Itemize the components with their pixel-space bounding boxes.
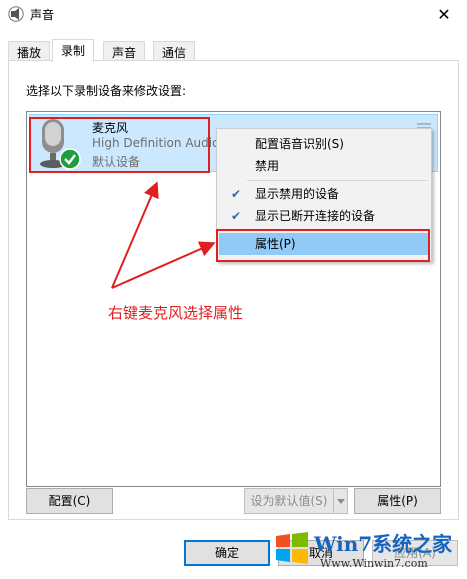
close-icon: ✕ [437,4,451,24]
configure-button[interactable]: 配置(C) [26,488,113,514]
annotation-text: 右键麦克风选择属性 [108,304,244,322]
menu-item-disable[interactable]: 禁用 [219,155,429,177]
menu-item-configure-speech[interactable]: 配置语音识别(S) [219,133,429,155]
instruction-text: 选择以下录制设备来修改设置: [26,84,187,98]
tab-communications[interactable]: 通信 [153,41,196,61]
properties-button[interactable]: 属性(P) [354,488,441,514]
watermark-url: Www.Winwin7.com [320,557,428,570]
window-title: 声音 [30,8,55,22]
green-check-icon [59,148,81,170]
set-default-button[interactable]: 设为默认值(S) [244,488,334,514]
ok-button[interactable]: 确定 [184,540,270,566]
menu-separator [247,180,427,181]
speaker-icon [8,6,24,22]
tab-recording[interactable]: 录制 [52,39,95,62]
microphone-icon [40,119,81,170]
watermark: Win7系统之家 Www.Winwin7.com [268,524,467,579]
menu-item-properties[interactable]: 属性(P) [219,233,429,255]
windows-logo-icon [276,532,308,564]
watermark-brand: Win7系统之家 [314,532,453,556]
close-button[interactable]: ✕ [421,0,467,28]
menu-item-show-disabled[interactable]: ✔ 显示禁用的设备 [219,183,429,205]
tab-sounds[interactable]: 声音 [103,41,146,61]
device-description: High Definition Audio [92,136,220,150]
context-menu: 配置语音识别(S) 禁用 ✔ 显示禁用的设备 ✔ 显示已断开连接的设备 属性(P… [216,128,432,262]
checkmark-icon: ✔ [231,187,242,201]
tab-playback[interactable]: 播放 [8,41,51,61]
title-bar: 声音 ✕ [0,0,467,28]
device-name: 麦克风 [92,121,129,135]
menu-separator [247,230,427,231]
checkmark-icon: ✔ [231,209,242,223]
device-status: 默认设备 [92,155,141,169]
menu-item-show-disconnected[interactable]: ✔ 显示已断开连接的设备 [219,205,429,227]
set-default-dropdown-arrow[interactable] [333,488,348,514]
